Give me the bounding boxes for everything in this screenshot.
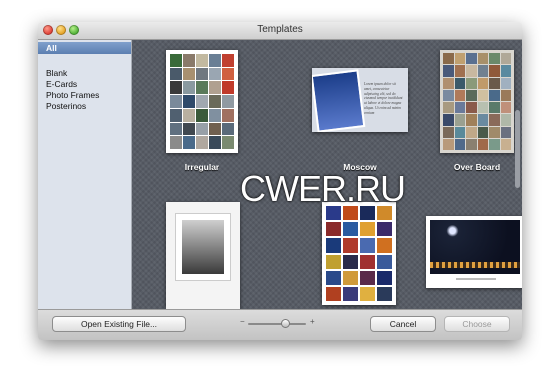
template-framed-photo[interactable] (166, 202, 240, 309)
zoom-out-icon[interactable]: − (240, 317, 245, 326)
cancel-button[interactable]: Cancel (370, 316, 436, 332)
sidebar-item-posterinos[interactable]: Posterinos (46, 101, 86, 111)
choose-button[interactable]: Choose (444, 316, 510, 332)
template-label-irregular: Irregular (184, 162, 220, 172)
sidebar-item-e-cards[interactable]: E-Cards (46, 79, 77, 89)
watermark-text: CWER.RU (240, 168, 406, 209)
frame-mat (176, 214, 230, 280)
template-irregular[interactable] (166, 50, 238, 153)
window-title: Templates (257, 24, 303, 35)
category-sidebar: All Blank E-Cards Photo Frames Posterino… (38, 40, 132, 309)
template-night-city[interactable] (426, 216, 522, 288)
night-photo (430, 220, 520, 274)
zoom-in-icon[interactable]: + (310, 317, 315, 326)
template-moscow[interactable]: Lorem ipsum dolor sit amet, consectetur … (312, 68, 408, 132)
sidebar-item-blank[interactable]: Blank (46, 68, 67, 78)
sidebar-item-all[interactable]: All (38, 42, 131, 54)
zoom-slider-knob[interactable] (281, 319, 290, 328)
city-lights (430, 262, 520, 268)
bw-photo (182, 220, 224, 274)
sidebar-item-photo-frames[interactable]: Photo Frames (46, 90, 99, 100)
template-label-over-board: Over Board (453, 162, 501, 172)
template-over-board[interactable] (440, 50, 514, 153)
vertical-scrollbar[interactable] (515, 110, 520, 188)
template-photo-grid[interactable] (322, 202, 396, 305)
moscow-card-text: Lorem ipsum dolor sit amet, consectetur … (364, 82, 403, 115)
zoom-slider-track[interactable] (248, 323, 306, 325)
title-bar[interactable]: Templates (38, 22, 522, 40)
open-existing-file-button[interactable]: Open Existing File... (52, 316, 186, 332)
moscow-photo (312, 69, 366, 132)
caption-line (456, 278, 496, 280)
bottom-toolbar: Open Existing File... − + Cancel Choose (38, 309, 522, 340)
